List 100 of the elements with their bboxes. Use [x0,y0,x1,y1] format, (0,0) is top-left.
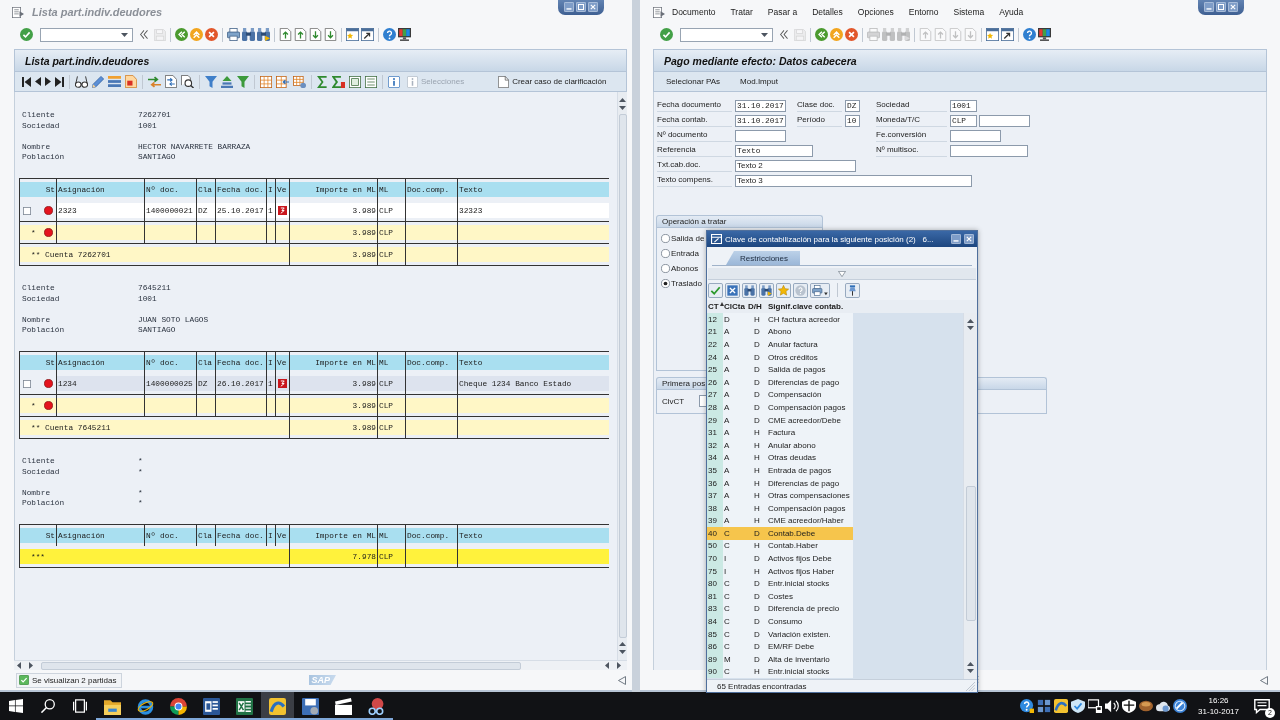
table-cell-text: D [753,376,761,389]
status-text: 65 Entradas encontradas [717,681,808,691]
table-cell: 81 [707,590,723,603]
field-label: Período [797,114,842,127]
table-cell-text: H [753,540,761,553]
table-cell-text: EM/RF Debe [767,641,816,654]
table-cell-text: C [723,590,731,603]
field-label: Clase doc. [797,99,842,112]
table-cell-text: Alta de inventario [767,653,831,666]
table-cell-text: C [723,603,731,616]
table-cell-text: I [723,565,728,578]
table-cell-text: CME acreedor/Debe [767,414,842,427]
table-cell-text: Contab.Haber [767,540,819,553]
table-cell-text: CME acreedor/Haber [767,515,845,528]
table-cell-text: Compensación [767,389,823,402]
table-cell: 25 [707,363,723,376]
panel-title: Pago mediante efecto: Datos cabecera [653,49,1267,71]
table-cell: 35 [707,464,723,477]
table-cell-text: Otros créditos [767,351,819,364]
table-cell-text: Anular abono [767,439,817,452]
table-cell-text: D [753,641,761,654]
clock-date: 31-10-2017 [1198,706,1239,717]
table-cell-text: C [723,578,731,591]
table-cell-text: Factura [767,427,797,439]
table-cell-text: C [723,666,731,679]
table-cell-text: A [723,376,731,389]
table-cell: 22 [707,338,723,351]
table-cell-text: Entrada de pagos [767,464,833,477]
table-cell-text: C [723,527,731,540]
table-cell: 28 [707,401,723,414]
table-cell-text: Entr.inicial stocks [767,578,831,591]
table-cell-text: D [753,326,761,339]
table-cell-text: Diferencias de pago [767,477,841,490]
table-cell-text: A [723,439,731,452]
field-label: Fecha contab. [657,114,732,127]
table-cell-text: A [723,452,731,465]
table-cell-text: C [723,641,731,654]
status-text: Se visualizan 2 partidas [32,675,117,685]
table-cell-text: H [753,490,761,502]
field-label: Fecha documento [657,99,732,112]
table-cell-text: A [723,414,731,427]
table-cell: 12 [707,313,723,326]
table-cell-text: H [753,666,761,679]
field-label: Texto compens. [657,174,732,187]
table-cell-text: H [753,313,761,326]
table-cell-text: Contab.Debe [767,527,817,540]
table-cell: 84 [707,615,723,628]
table-cell: 37 [707,489,723,502]
table-cell-text: D [753,603,761,616]
table-cell-text: H [753,464,761,477]
table-cell-text: Entr.inicial stocks [767,666,831,679]
table-cell-text: D [753,339,761,351]
field-label: Txt.cab.doc. [657,159,732,172]
group-title: Operación a tratar [656,215,823,227]
table-cell-text: D [723,313,731,326]
table-cell-text: C [723,540,731,553]
table-cell-text: Consumo [767,616,804,628]
table-cell-text: Diferencias de pago [767,376,841,389]
table-cell-text: A [723,490,731,502]
table-cell-text: A [723,477,731,490]
table-cell-text: CH factura acreedor [767,313,842,326]
logo: SAP [308,675,336,685]
table-cell-text: H [753,439,761,452]
table-cell-text: A [723,502,731,515]
table-cell-text: D [753,527,761,540]
table-cell-text: Anular factura [767,339,819,351]
clock-time: 16:26 [1208,695,1229,706]
table-cell-text: A [723,427,731,439]
dialog-title: Clave de contabilización para la siguiente posición (2) 6... [725,234,935,244]
table-cell-text: C [723,628,731,641]
table-cell-text: D [753,389,761,402]
table-cell-text: Diferencia de precio [767,603,841,616]
table-cell-text: D [753,590,761,603]
table-cell-text: A [723,464,731,477]
table-cell-text: Otras compensaciones [767,490,851,502]
field-label: Sociedad [876,99,947,112]
table-cell: 86 [707,640,723,654]
table-cell-text: Costes [767,590,794,603]
table-cell-text: A [723,401,731,414]
field-label: Referencia [657,144,732,157]
table-cell-text: A [723,326,731,339]
field-label: Moneda/T/C [876,114,947,127]
table-cell-text: H [753,427,761,439]
table-cell-text: Compensación pagos [767,401,847,414]
table-cell-text: H [753,565,761,578]
window-title: Lista part.indiv.deudores [32,6,163,18]
table-cell-text: Abono [767,326,793,339]
field-label: Nº documento [657,129,732,142]
table-cell-text: D [753,578,761,591]
table-cell-text: A [723,364,731,376]
table-cell-text: I [723,553,728,565]
table-cell-text: D [753,653,761,666]
table-cell: 80 [707,577,723,591]
table-cell-text: M [723,653,732,666]
table-cell-text: H [753,515,761,528]
table-cell-text: Activos fijos Debe [767,553,833,565]
table-cell-text: C [723,616,731,628]
panel-title: Lista part.indiv.deudores [14,49,627,71]
table-cell-text: Variación existen. [767,628,832,641]
table-cell-text: Salida de pagos [767,364,827,376]
